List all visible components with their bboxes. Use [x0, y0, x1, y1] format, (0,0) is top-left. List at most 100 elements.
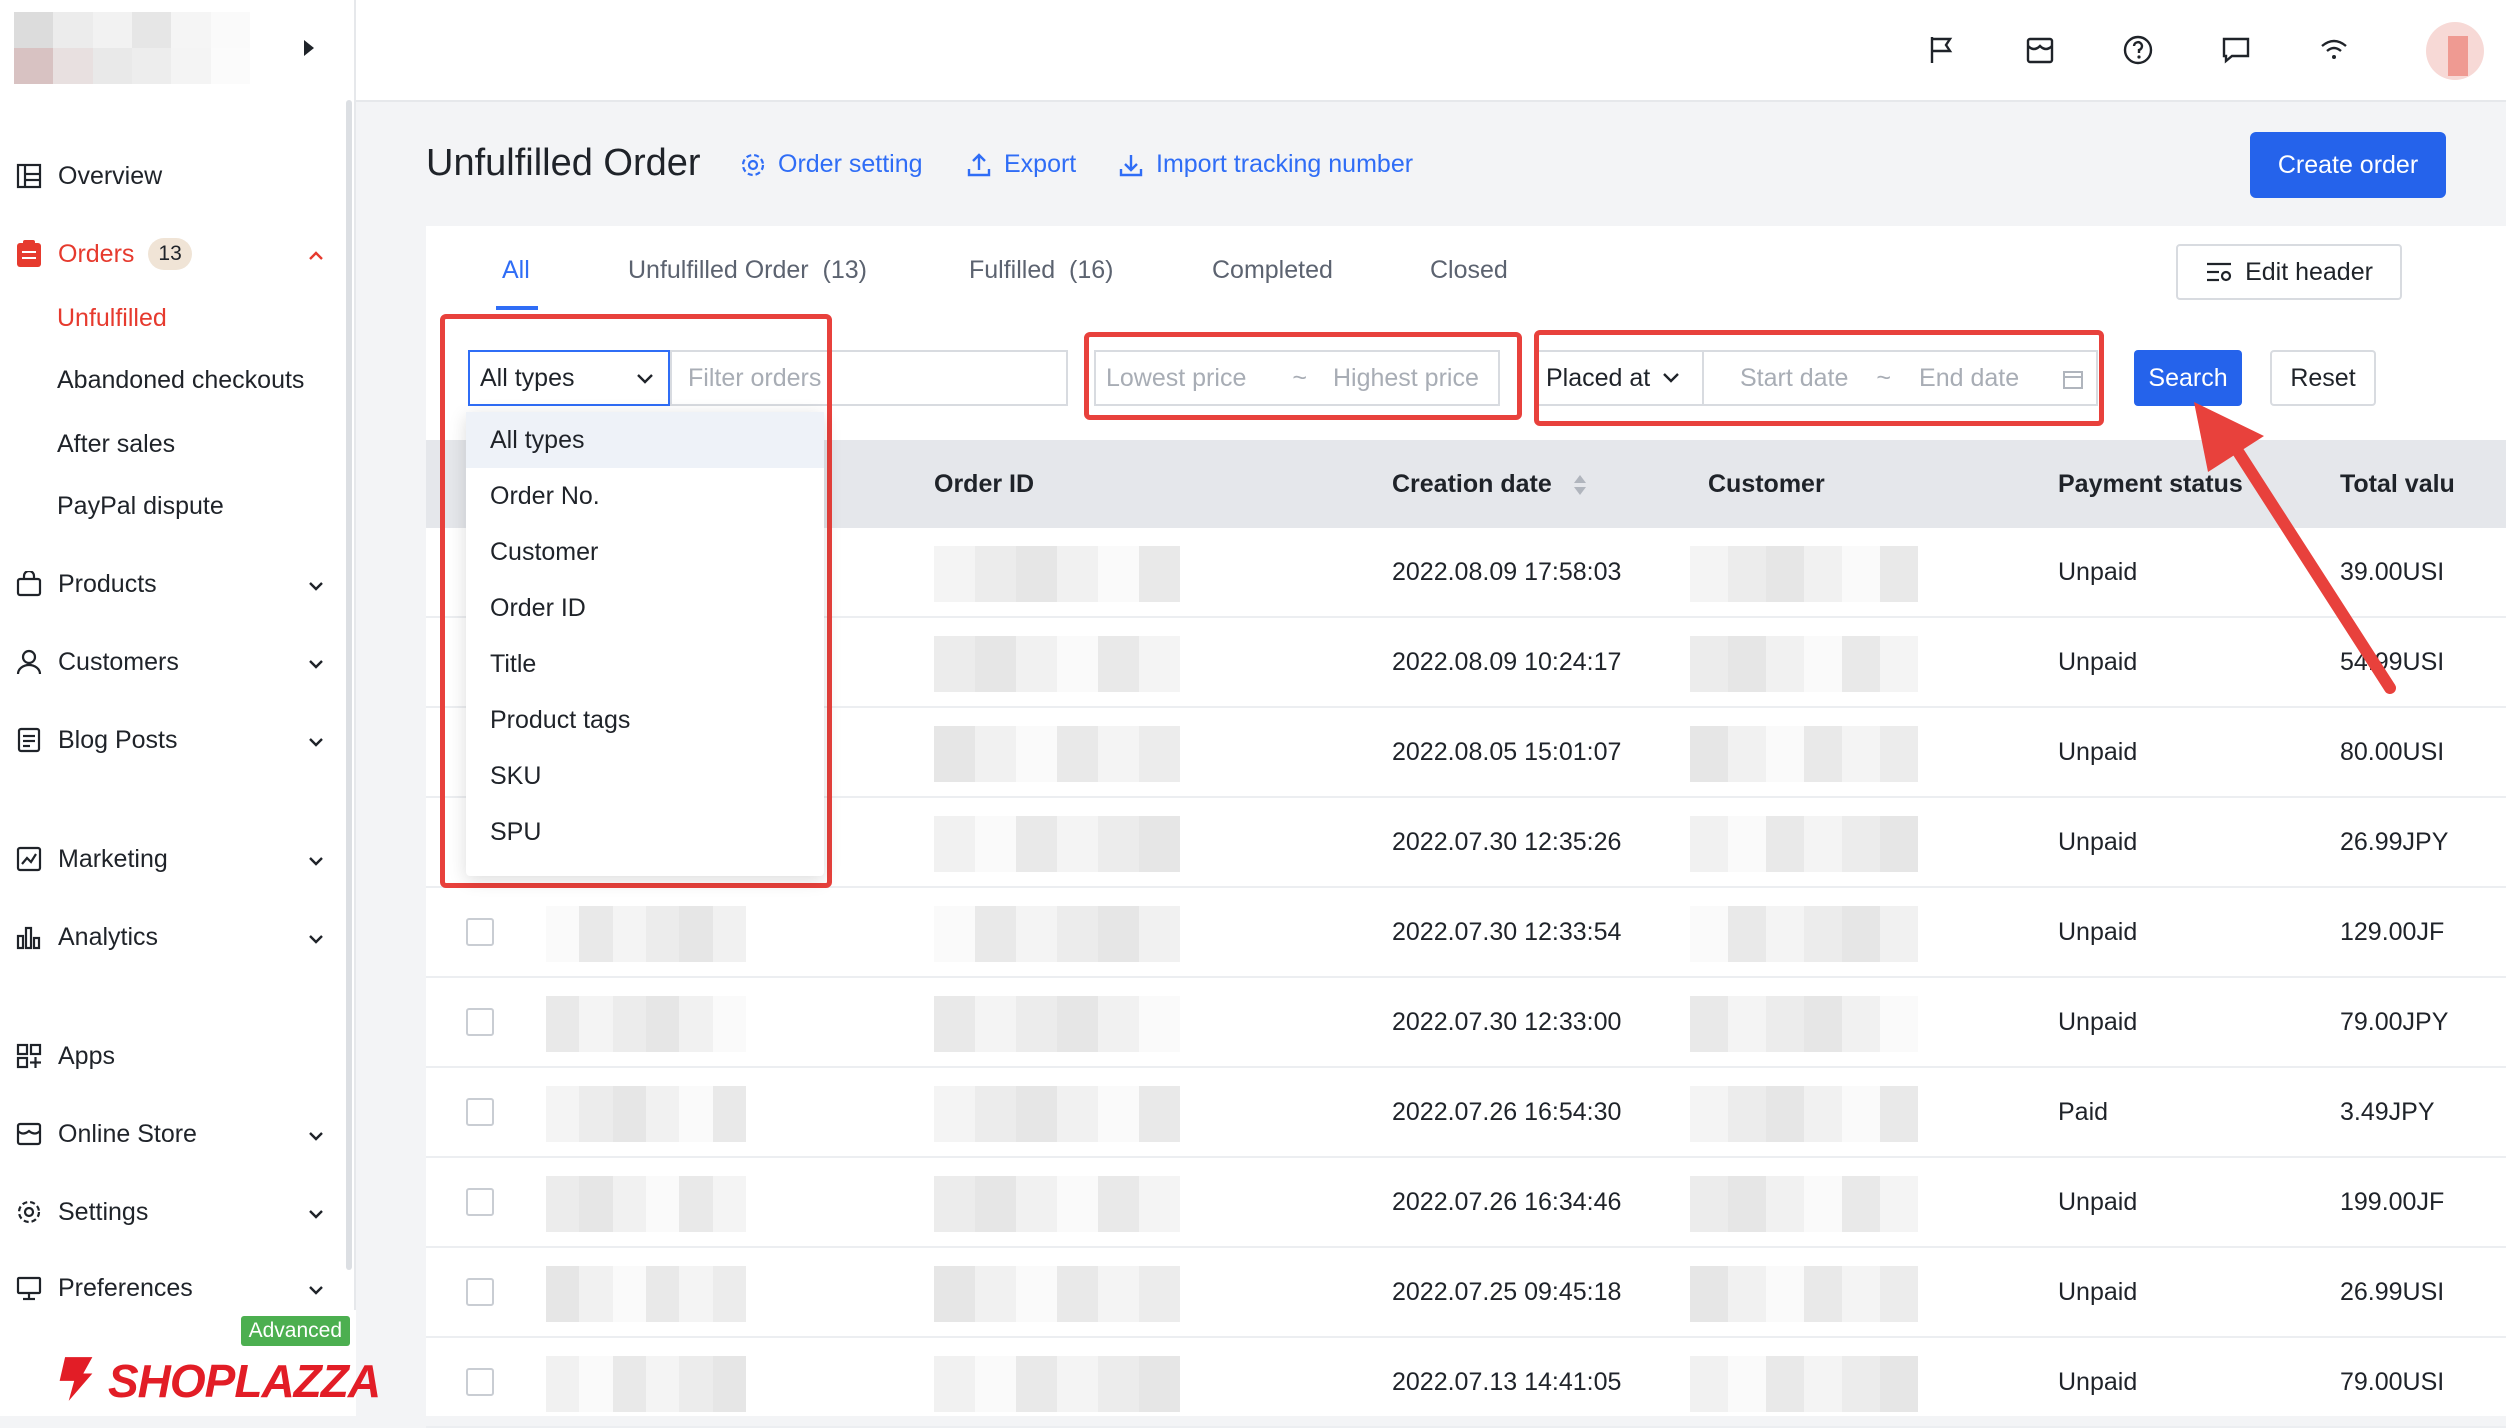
creation-date-cell: 2022.08.05 15:01:07	[1392, 738, 1622, 766]
plan-footer: Advanced SHOPLAZZA	[0, 1310, 381, 1416]
customer-redacted[interactable]	[1690, 996, 1918, 1052]
sidebar-item-orders[interactable]: Orders 13	[0, 228, 340, 280]
dropdown-option[interactable]: Order No.	[466, 468, 824, 524]
tab-fulfilled[interactable]: Fulfilled (16)	[969, 256, 1114, 285]
column-creation-date[interactable]: Creation date	[1392, 470, 1587, 499]
dropdown-option[interactable]: Customer	[466, 524, 824, 580]
tab-closed[interactable]: Closed	[1430, 256, 1508, 285]
customer-redacted[interactable]	[1690, 1086, 1918, 1142]
product-thumbnail-redacted[interactable]	[546, 1176, 746, 1232]
order-id-redacted[interactable]	[934, 816, 1180, 872]
sidebar-item-paypal-dispute[interactable]: PayPal dispute	[0, 480, 340, 532]
customer-redacted[interactable]	[1690, 546, 1918, 602]
order-id-redacted[interactable]	[934, 1176, 1180, 1232]
store-logo[interactable]	[14, 12, 250, 84]
row-checkbox[interactable]	[466, 1098, 494, 1126]
dropdown-option[interactable]: SKU	[466, 748, 824, 804]
sidebar-item-apps[interactable]: Apps	[0, 1030, 340, 1082]
sidebar-scrollbar[interactable]	[346, 100, 352, 1270]
sidebar-item-blog-posts[interactable]: Blog Posts	[0, 714, 340, 766]
table-row[interactable]: 2022.07.25 09:45:18 Unpaid 26.99USI	[426, 1248, 2506, 1338]
sidebar-item-label: Overview	[58, 161, 163, 190]
total-value-cell: 79.00USI	[2340, 1368, 2445, 1396]
order-id-redacted[interactable]	[934, 636, 1180, 692]
customer-redacted[interactable]	[1690, 906, 1918, 962]
product-thumbnail-redacted[interactable]	[546, 906, 746, 962]
sidebar-item-marketing[interactable]: Marketing	[0, 833, 340, 885]
customer-redacted[interactable]	[1690, 636, 1918, 692]
sidebar-item-online-store[interactable]: Online Store	[0, 1108, 340, 1160]
store-icon[interactable]	[2024, 34, 2056, 66]
row-checkbox[interactable]	[466, 1008, 494, 1036]
sidebar-item-settings[interactable]: Settings	[0, 1186, 340, 1238]
tab-all[interactable]: All	[502, 256, 530, 285]
customer-redacted[interactable]	[1690, 1266, 1918, 1322]
payment-status-cell: Unpaid	[2058, 918, 2138, 946]
creation-date-cell: 2022.07.26 16:54:30	[1392, 1098, 1622, 1126]
customer-redacted[interactable]	[1690, 816, 1918, 872]
create-order-button[interactable]: Create order	[2250, 132, 2446, 198]
dropdown-option[interactable]: Product tags	[466, 692, 824, 748]
sidebar-item-customers[interactable]: Customers	[0, 636, 340, 688]
total-value-cell: 26.99USI	[2340, 1278, 2445, 1306]
tab-completed[interactable]: Completed	[1212, 256, 1333, 285]
customer-redacted[interactable]	[1690, 1176, 1918, 1232]
order-id-redacted[interactable]	[934, 996, 1180, 1052]
dropdown-option[interactable]: Title	[466, 636, 824, 692]
message-icon[interactable]	[2220, 34, 2252, 66]
sidebar-item-label: Analytics	[58, 922, 159, 951]
table-row[interactable]: 2022.07.26 16:54:30 Paid 3.49JPY	[426, 1068, 2506, 1158]
annotation-arrow-icon	[2194, 402, 2396, 694]
sidebar-item-unfulfilled[interactable]: Unfulfilled	[0, 292, 340, 344]
table-row[interactable]: 2022.07.26 16:34:46 Unpaid 199.00JF	[426, 1158, 2506, 1248]
row-checkbox[interactable]	[466, 1278, 494, 1306]
order-id-redacted[interactable]	[934, 1266, 1180, 1322]
product-thumbnail-redacted[interactable]	[546, 996, 746, 1052]
row-checkbox[interactable]	[466, 918, 494, 946]
import-tracking-button[interactable]: Import tracking number	[1118, 150, 1413, 179]
dropdown-option[interactable]: SPU	[466, 804, 824, 860]
order-setting-button[interactable]: Order setting	[740, 150, 923, 179]
sidebar-item-abandoned-checkouts[interactable]: Abandoned checkouts	[0, 354, 340, 406]
sidebar-item-analytics[interactable]: Analytics	[0, 911, 340, 963]
chevron-up-icon	[306, 244, 326, 273]
customer-redacted[interactable]	[1690, 726, 1918, 782]
row-checkbox[interactable]	[466, 1368, 494, 1396]
table-row[interactable]: 2022.07.13 14:41:05 Unpaid 79.00USI	[426, 1338, 2506, 1428]
dropdown-option[interactable]: Order ID	[466, 580, 824, 636]
row-checkbox[interactable]	[466, 1188, 494, 1216]
order-id-redacted[interactable]	[934, 726, 1180, 782]
order-id-redacted[interactable]	[934, 546, 1180, 602]
sidebar-item-after-sales[interactable]: After sales	[0, 418, 340, 470]
export-button[interactable]: Export	[966, 150, 1076, 179]
highlight-box-price-filter	[1084, 332, 1522, 420]
payment-status-cell: Unpaid	[2058, 828, 2138, 856]
creation-date-cell: 2022.07.26 16:34:46	[1392, 1188, 1622, 1216]
product-thumbnail-redacted[interactable]	[546, 1356, 746, 1412]
payment-status-cell: Unpaid	[2058, 1278, 2138, 1306]
avatar[interactable]	[2426, 22, 2484, 80]
wifi-icon[interactable]	[2318, 34, 2350, 66]
chevron-down-icon	[306, 1202, 326, 1231]
sidebar-item-preferences[interactable]: Preferences	[0, 1262, 340, 1314]
table-row[interactable]: 2022.07.30 12:33:54 Unpaid 129.00JF	[426, 888, 2506, 978]
flag-icon[interactable]	[1926, 34, 1958, 66]
sort-icon[interactable]	[1573, 473, 1587, 497]
order-id-redacted[interactable]	[934, 1086, 1180, 1142]
help-icon[interactable]	[2122, 34, 2154, 66]
table-row[interactable]: 2022.07.30 12:33:00 Unpaid 79.00JPY	[426, 978, 2506, 1068]
product-thumbnail-redacted[interactable]	[546, 1266, 746, 1322]
customer-redacted[interactable]	[1690, 1356, 1918, 1412]
order-id-redacted[interactable]	[934, 906, 1180, 962]
chevron-down-icon	[306, 927, 326, 956]
sidebar-item-overview[interactable]: Overview	[0, 150, 340, 202]
dropdown-option[interactable]: All types	[466, 412, 824, 468]
edit-header-button[interactable]: Edit header	[2176, 244, 2402, 300]
sidebar-item-products[interactable]: Products	[0, 558, 340, 610]
page-title: Unfulfilled Order	[426, 142, 701, 184]
expand-arrow-icon[interactable]	[304, 40, 314, 56]
tab-unfulfilled[interactable]: Unfulfilled Order (13)	[628, 256, 867, 285]
order-id-redacted[interactable]	[934, 1356, 1180, 1412]
product-thumbnail-redacted[interactable]	[546, 1086, 746, 1142]
sidebar-item-label: Products	[58, 569, 157, 598]
